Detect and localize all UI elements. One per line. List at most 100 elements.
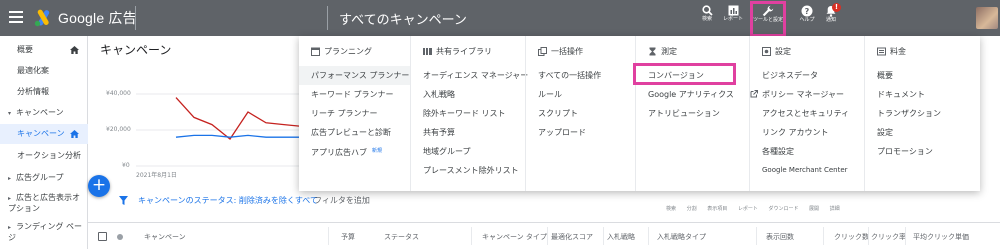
menu-column-setup: 設定 ビジネスデータ ポリシー マネージャー アクセスとセキュリティ リンク ア…	[749, 36, 864, 191]
top-app-bar: Google 広告 すべてのキャンペーン 検索 レポート ツールと設定 ? ヘル…	[0, 0, 1000, 37]
menu-item-promotions[interactable]: プロモーション	[865, 142, 933, 161]
column-header[interactable]: 予算	[341, 232, 355, 242]
notifications-label: 通知	[825, 17, 836, 23]
column-header[interactable]: クリック数	[834, 232, 869, 242]
sidebar-group-ad-groups[interactable]: ▸ 広告グループ	[0, 168, 88, 188]
sidebar-item-label: 分析情報	[17, 87, 49, 96]
search-icon	[701, 5, 713, 16]
page-scope-title[interactable]: すべてのキャンペーン	[339, 9, 467, 28]
menu-heading: 設定	[762, 46, 791, 57]
divider	[823, 227, 824, 245]
sidebar-item-label: 広告と広告表示オプション	[8, 193, 80, 213]
toolbar-expand[interactable]: 展開	[809, 206, 819, 212]
menu-heading: 共有ライブラリ	[423, 46, 492, 57]
menu-item-negative-keyword-lists[interactable]: 除外キーワード リスト	[411, 104, 506, 123]
menu-icon[interactable]	[9, 11, 23, 23]
toolbar-reports[interactable]: レポート	[738, 206, 758, 212]
menu-item-ad-preview[interactable]: 広告プレビューと診断	[299, 123, 391, 142]
avatar[interactable]	[976, 7, 998, 29]
menu-item-bid-strategies[interactable]: 入札戦略	[411, 85, 455, 104]
column-header[interactable]: 平均クリック単価	[913, 232, 969, 242]
menu-item-billing-summary[interactable]: 概要	[865, 66, 893, 85]
menu-item-linked-accounts[interactable]: リンク アカウント	[750, 123, 829, 142]
menu-item-keyword-planner[interactable]: キーワード プランナー	[299, 85, 394, 104]
notifications-button[interactable]: ! 通知	[813, 3, 849, 34]
menu-item-access-security[interactable]: アクセスとセキュリティ	[750, 104, 849, 123]
sidebar-item-overview[interactable]: 概要	[0, 40, 88, 60]
column-header[interactable]: キャンペーン	[144, 232, 186, 242]
menu-item-documents[interactable]: ドキュメント	[865, 85, 925, 104]
menu-column-measurement: 測定 コンバージョン Google アナリティクス アトリビューション	[635, 36, 759, 191]
sidebar-item-auction-insights[interactable]: オークション分析	[0, 146, 88, 166]
menu-heading: 料金	[877, 46, 906, 57]
menu-item-billing-settings[interactable]: 設定	[865, 123, 893, 142]
menu-column-shared-library: 共有ライブラリ オーディエンス マネージャー 入札戦略 除外キーワード リスト …	[410, 36, 528, 191]
calendar-icon	[311, 47, 320, 56]
menu-item-policy-manager[interactable]: ポリシー マネージャー	[750, 85, 844, 104]
chevron-right-icon: ▸	[8, 195, 12, 202]
sidebar-item-insights[interactable]: 分析情報	[0, 82, 88, 102]
divider	[471, 227, 472, 245]
menu-item-merchant-center[interactable]: Google Merchant Center	[750, 161, 848, 180]
menu-column-billing: 料金 概要 ドキュメント トランザクション 設定 プロモーション	[864, 36, 980, 191]
filter-bar: キャンペーンのステータス: 削除済みを除くすべて フィルタを追加	[88, 190, 1000, 212]
menu-item-rules[interactable]: ルール	[526, 85, 562, 104]
menu-item-shared-budgets[interactable]: 共有予算	[411, 123, 455, 142]
menu-item-uploads[interactable]: アップロード	[526, 123, 586, 142]
sidebar-item-label: オークション分析	[17, 151, 81, 160]
menu-item-business-data[interactable]: ビジネスデータ	[750, 66, 818, 85]
menu-item-scripts[interactable]: スクリプト	[526, 104, 578, 123]
menu-item-transactions[interactable]: トランザクション	[865, 104, 941, 123]
sidebar-group-campaigns[interactable]: ▾ キャンペーン	[0, 103, 88, 123]
menu-column-bulk-actions: 一括操作 すべての一括操作 ルール スクリプト アップロード	[525, 36, 635, 191]
menu-item-audience-manager[interactable]: オーディエンス マネージャー	[411, 66, 528, 85]
menu-heading: プランニング	[311, 46, 372, 57]
divider	[868, 227, 869, 245]
sidebar-item-campaigns[interactable]: キャンペーン	[0, 124, 88, 144]
column-header[interactable]: 最適化スコア	[551, 232, 593, 242]
filter-icon[interactable]	[119, 196, 128, 205]
toolbar-download[interactable]: ダウンロード	[768, 206, 798, 212]
divider	[135, 6, 136, 30]
menu-column-planning: プランニング パフォーマンス プランナー キーワード プランナー リーチ プラン…	[299, 36, 410, 191]
status-filter-chip[interactable]: キャンペーンのステータス: 削除済みを除くすべて	[138, 190, 318, 212]
menu-item-performance-planner[interactable]: パフォーマンス プランナー	[299, 66, 410, 85]
menu-item-attribution[interactable]: アトリビューション	[636, 104, 720, 123]
copy-icon	[538, 47, 547, 56]
toolbar-columns[interactable]: 表示項目	[707, 206, 727, 212]
divider	[547, 227, 548, 245]
divider	[756, 227, 757, 245]
toolbar-search[interactable]: 検索	[666, 206, 676, 212]
menu-item-google-analytics[interactable]: Google アナリティクス	[636, 85, 759, 104]
add-filter-button[interactable]: フィルタを追加	[314, 190, 370, 212]
divider	[905, 227, 906, 245]
menu-item-all-bulk-actions[interactable]: すべての一括操作	[526, 66, 601, 85]
toolbar-segment[interactable]: 分割	[687, 206, 697, 212]
column-header[interactable]: キャンペーン タイプ	[482, 232, 547, 242]
menu-item-location-groups[interactable]: 地域グループ	[411, 142, 471, 161]
column-header[interactable]: ステータス	[384, 232, 419, 242]
page-title: キャンペーン	[100, 43, 172, 57]
column-header[interactable]: クリック率	[871, 232, 906, 242]
settings-icon	[762, 47, 771, 56]
google-ads-logo[interactable]	[33, 8, 53, 28]
notification-badge: !	[832, 3, 841, 12]
menu-item-app-ads-hub[interactable]: アプリ広告ハブ 新規	[299, 142, 382, 161]
menu-item-preferences[interactable]: 各種設定	[750, 142, 794, 161]
reports-button[interactable]: レポート	[715, 4, 751, 34]
series-line-1	[175, 134, 302, 138]
chevron-right-icon: ▸	[8, 224, 12, 231]
sidebar-item-recommendations[interactable]: 最適化案	[0, 61, 88, 81]
brand-name: Google 広告	[58, 10, 137, 26]
menu-item-placement-exclusions[interactable]: プレースメント除外リスト	[411, 161, 519, 180]
menu-item-reach-planner[interactable]: リーチ プランナー	[299, 104, 378, 123]
column-header[interactable]: 表示回数	[766, 232, 794, 242]
highlight-conversions-item	[633, 63, 736, 85]
select-all-checkbox[interactable]	[98, 232, 107, 241]
sidebar-group-ads-extensions[interactable]: ▸ 広告と広告表示オプション	[0, 192, 88, 216]
column-header[interactable]: 入札戦略タイプ	[657, 232, 706, 242]
sidebar-group-landing-pages[interactable]: ▸ ランディング ページ	[0, 221, 88, 245]
toolbar-more[interactable]: 詳細	[830, 206, 840, 212]
menu-heading: 一括操作	[538, 46, 583, 57]
column-header[interactable]: 入札戦略	[607, 232, 635, 242]
